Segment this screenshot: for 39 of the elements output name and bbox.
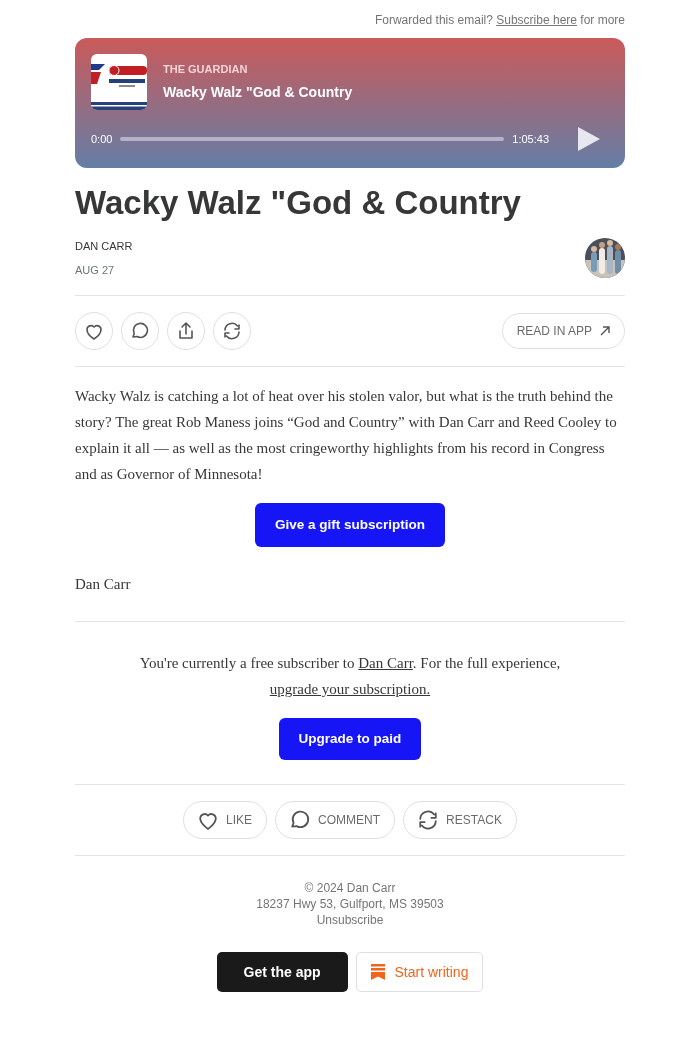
restack-button[interactable] — [213, 311, 251, 350]
post-title: Wacky Walz "God & Country — [75, 184, 522, 222]
comment-button[interactable]: COMMENT — [275, 801, 396, 840]
like-button[interactable] — [75, 311, 113, 350]
share-button[interactable] — [167, 311, 205, 350]
get-app-button[interactable]: Get the app — [216, 952, 348, 993]
address-text: 18237 Hwy 53, Gulfport, MS 39503 — [255, 896, 445, 913]
episode-title: Wacky Walz "God & Country — [163, 82, 353, 102]
upgrade-link[interactable]: upgrade your subscription. — [269, 681, 431, 698]
duration-time: 1:05:43 — [512, 131, 549, 147]
restack-icon — [223, 321, 241, 340]
publisher-name: THE GUARDIAN — [163, 62, 249, 78]
play-icon[interactable] — [577, 126, 601, 152]
copyright-text: © 2024 Dan Carr — [303, 880, 397, 897]
like-button[interactable]: LIKE — [183, 801, 268, 840]
restack-icon — [418, 810, 439, 831]
heart-icon — [198, 810, 219, 831]
subscribe-link[interactable]: Subscribe here — [496, 13, 577, 27]
comment-icon — [131, 321, 149, 340]
bookmark-icon — [370, 964, 385, 981]
elapsed-time: 0:00 — [91, 131, 113, 147]
author-link[interactable]: Dan Carr — [358, 655, 413, 672]
author-name: DAN CARR — [75, 238, 133, 254]
share-icon — [177, 321, 195, 340]
comment-icon — [290, 810, 311, 831]
signature: Dan Carr — [75, 575, 132, 595]
post-date: AUG 27 — [75, 263, 116, 279]
comment-button[interactable] — [121, 311, 159, 350]
read-in-app-button[interactable]: READ IN APP — [501, 312, 625, 349]
body-paragraph: Wacky Walz is catching a lot of heat over his stolen valor, but what is the truth behind the story? The great Rob Maness joins “God and Country” with Dan Carr and Reed Cooley to explain it all — as well as the most cringeworthy highlights from his record in Congress and as Governor of Minnesota! — [75, 386, 618, 484]
progress-track[interactable] — [120, 137, 505, 141]
gift-subscription-button[interactable]: Give a gift subscription — [255, 502, 445, 548]
subscriber-note: You're currently a free subscriber to Dan Carr. For the full experience, upgrade your subscription. — [138, 654, 562, 700]
upgrade-button[interactable]: Upgrade to paid — [278, 718, 422, 761]
arrow-icon — [600, 325, 610, 336]
unsubscribe-link[interactable]: Unsubscribe — [75, 912, 625, 929]
start-writing-button[interactable]: Start writing — [355, 952, 484, 993]
restack-button[interactable]: RESTACK — [403, 801, 517, 840]
forward-note: Forwarded this email? Subscribe here for more — [373, 12, 625, 29]
